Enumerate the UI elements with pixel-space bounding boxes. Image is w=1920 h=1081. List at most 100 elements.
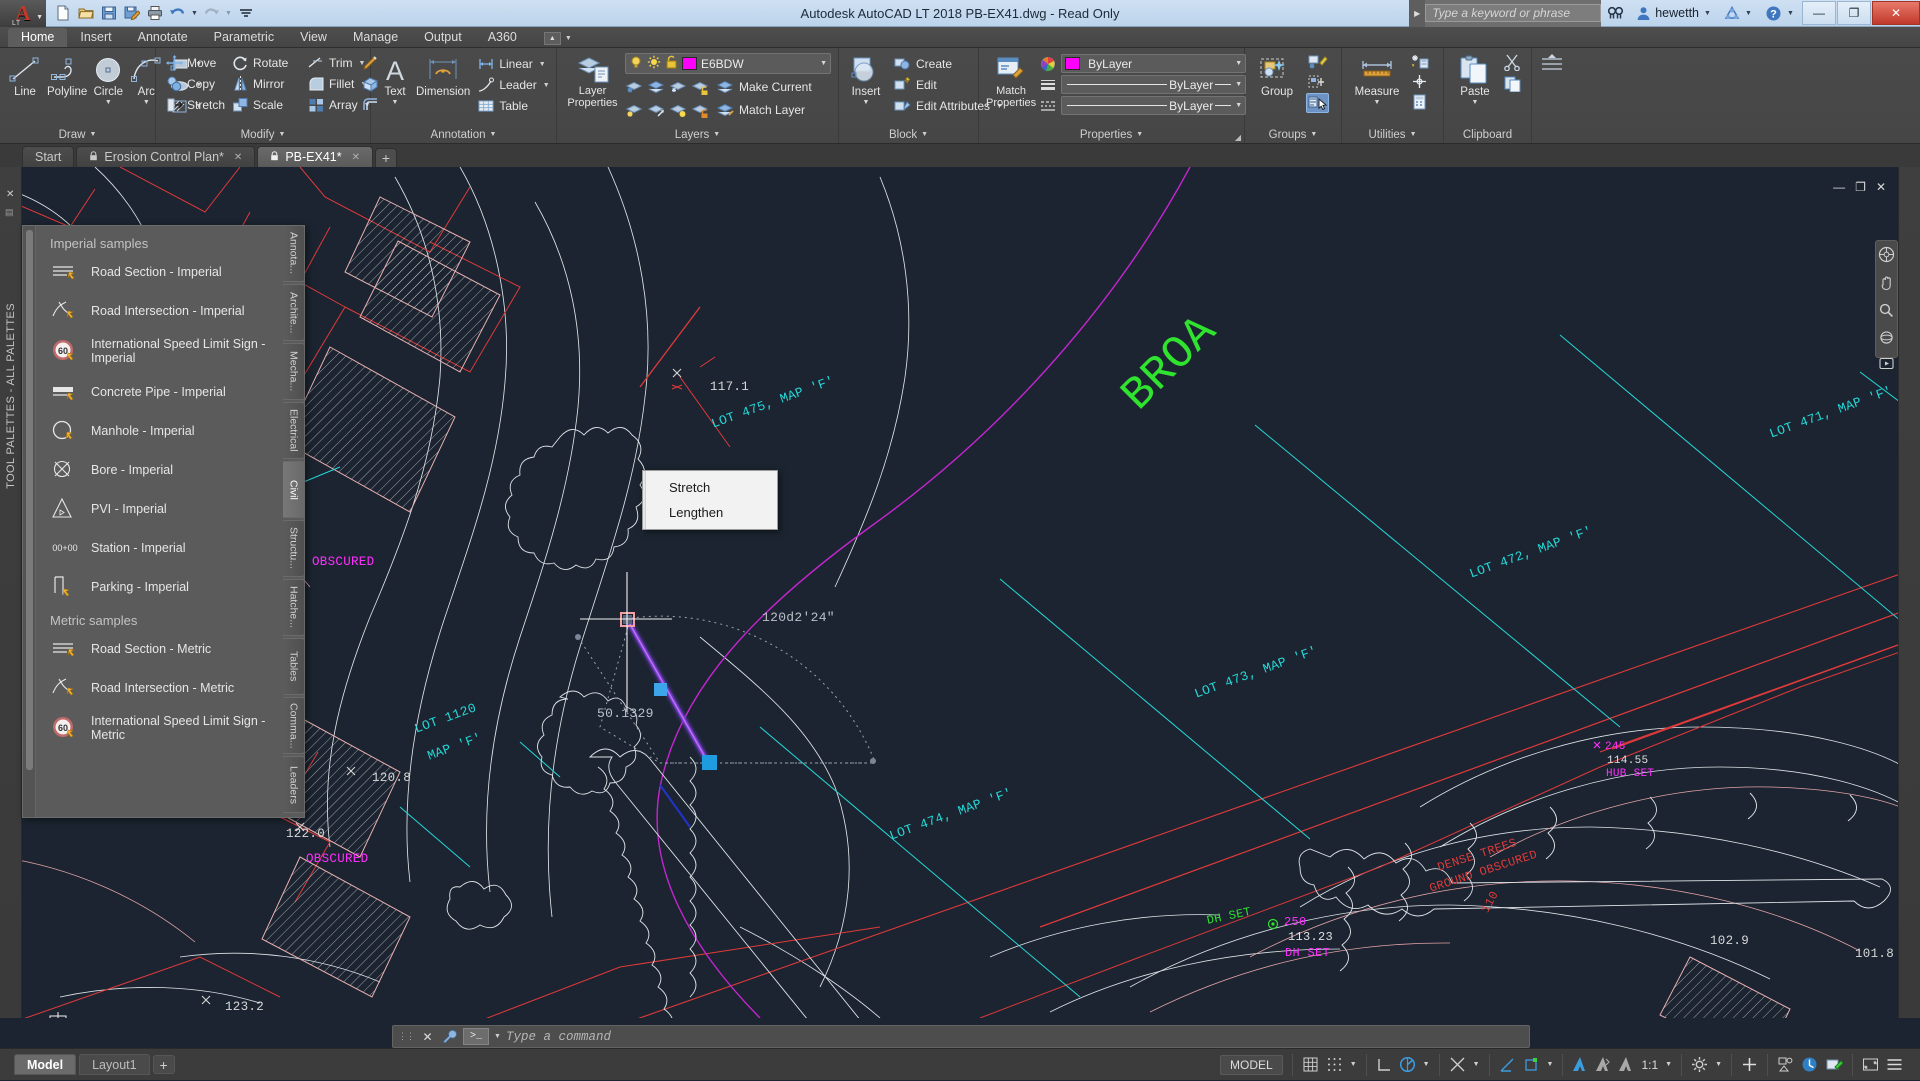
palette-item-road-intersection-imperial[interactable]: Road Intersection - Imperial <box>50 298 296 324</box>
panel-title-modify[interactable]: Modify▼ <box>156 126 370 143</box>
view-panel-icon[interactable] <box>1539 52 1565 76</box>
copy-clip-icon[interactable] <box>1503 75 1523 92</box>
polyline-button[interactable]: Polyline <box>47 52 87 98</box>
command-input[interactable]: Type a command <box>506 1030 1524 1044</box>
insert-dropdown-icon[interactable]: ▼ <box>863 99 870 106</box>
close-icon[interactable]: ✕ <box>234 152 242 163</box>
panel-title-annotation[interactable]: Annotation▼ <box>371 126 556 143</box>
id-point-icon[interactable] <box>1409 73 1430 90</box>
open-icon[interactable] <box>75 3 96 24</box>
file-tab-start[interactable]: Start <box>22 146 74 167</box>
ucs-dropdown-icon[interactable]: ▼ <box>1547 1061 1554 1068</box>
text-button[interactable]: A Text ▼ <box>378 52 412 106</box>
osnap-tracking-icon[interactable] <box>1499 1057 1516 1073</box>
search-bar[interactable]: ▶ Type a keyword or phrase <box>1409 0 1601 27</box>
group-selection-icon[interactable] <box>1306 93 1329 113</box>
user-dropdown-icon[interactable]: ▼ <box>1703 10 1712 17</box>
context-menu-item-stretch[interactable]: Stretch <box>643 475 777 500</box>
showmotion-icon[interactable] <box>1879 357 1894 373</box>
grid-display-icon[interactable] <box>1302 1056 1319 1073</box>
annotation-scale-icon[interactable] <box>1618 1056 1634 1073</box>
undo-icon[interactable] <box>167 3 188 24</box>
snap-dropdown-icon[interactable]: ▼ <box>1350 1061 1357 1068</box>
panel-title-layers[interactable]: Layers▼ <box>557 126 838 143</box>
palette-item-speed-limit-imperial[interactable]: 60 International Speed Limit Sign - Impe… <box>50 337 296 366</box>
text-dropdown-icon[interactable]: ▼ <box>392 99 399 106</box>
ribbon-tab-insert[interactable]: Insert <box>67 28 124 47</box>
new-icon[interactable] <box>52 3 73 24</box>
line-button[interactable]: Line <box>7 52 43 98</box>
snap-mode-icon[interactable] <box>1326 1056 1343 1073</box>
chevron-down-icon[interactable]: ▼ <box>278 131 285 138</box>
add-layout-button[interactable]: + <box>153 1055 175 1074</box>
move-button[interactable]: Move <box>163 53 227 73</box>
panel-title-view[interactable] <box>1532 126 1572 143</box>
circle-dropdown-icon[interactable]: ▼ <box>105 99 112 106</box>
ribbon-tab-a360[interactable]: A360 <box>475 28 530 47</box>
layer-dropdown-icon[interactable]: ▼ <box>820 60 827 67</box>
color-dropdown-icon[interactable]: ▼ <box>1235 60 1242 67</box>
plot-icon[interactable] <box>144 3 165 24</box>
application-menu-button[interactable]: A LT ▼ <box>0 0 46 27</box>
insert-block-button[interactable]: Insert ▼ <box>846 52 886 106</box>
palette-tab-mecha[interactable]: Mecha... <box>283 343 305 400</box>
palette-properties-icon[interactable]: ▤ <box>5 207 14 218</box>
palette-item-manhole-imperial[interactable]: Manhole - Imperial <box>50 418 296 444</box>
lineweight-dropdown-icon[interactable]: ▼ <box>1235 81 1242 88</box>
chevron-down-icon[interactable]: ▼ <box>36 14 43 21</box>
isolate-objects-icon[interactable] <box>1777 1056 1794 1073</box>
chevron-down-icon[interactable]: ▼ <box>713 131 720 138</box>
palette-item-road-section-imperial[interactable]: Road Section - Imperial <box>50 259 296 285</box>
ribbon-tab-annotate[interactable]: Annotate <box>125 28 201 47</box>
layer-freeze-icon[interactable] <box>647 55 661 72</box>
ribbon-minimize-dropdown-icon[interactable]: ▼ <box>564 35 573 42</box>
close-icon[interactable]: ✕ <box>419 1028 436 1045</box>
measure-dropdown-icon[interactable]: ▼ <box>1374 99 1381 106</box>
calculator-icon[interactable] <box>1409 93 1430 110</box>
layer-properties-button[interactable]: LayerProperties <box>564 52 621 109</box>
annotation-visibility-icon[interactable] <box>1572 1056 1588 1073</box>
object-color-combo[interactable]: ByLayer ▼ <box>1061 54 1246 73</box>
panel-title-groups[interactable]: Groups▼ <box>1245 126 1341 143</box>
command-line[interactable]: ⋮⋮ ✕ >_ ▼ Type a command <box>392 1025 1530 1048</box>
paste-button[interactable]: Paste ▼ <box>1451 52 1499 106</box>
workspace-dropdown-icon[interactable]: ▼ <box>1715 1061 1722 1068</box>
autodesk-a360-icon[interactable]: ▼ <box>1718 3 1759 24</box>
panel-title-clipboard[interactable]: Clipboard <box>1444 126 1531 143</box>
tool-palette-scrollbar[interactable] <box>23 226 36 817</box>
polar-tracking-icon[interactable] <box>1399 1056 1416 1073</box>
scale-button[interactable]: Scale <box>229 95 303 115</box>
palette-tab-structu[interactable]: Structu... <box>283 520 305 577</box>
tool-palette[interactable]: Imperial samples Road Section - Imperial… <box>22 225 305 818</box>
restore-button[interactable]: ❐ <box>1837 1 1871 25</box>
rotate-button[interactable]: Rotate <box>229 53 303 73</box>
copy-button[interactable]: Copy <box>163 74 227 94</box>
palette-item-road-intersection-metric[interactable]: Road Intersection - Metric <box>50 675 296 701</box>
help-button[interactable]: ? ▼ <box>1759 3 1801 24</box>
palette-tab-tables[interactable]: Tables <box>283 638 305 695</box>
palette-tab-archite[interactable]: Archite... <box>283 284 305 341</box>
object-snap-icon[interactable] <box>1449 1056 1466 1073</box>
make-current-button[interactable]: Make Current <box>713 77 815 97</box>
palette-item-pvi-imperial[interactable]: PVI - Imperial <box>50 496 296 522</box>
layer-color-swatch[interactable] <box>682 57 697 70</box>
dimension-button[interactable]: Dimension <box>416 52 470 98</box>
navigation-bar[interactable] <box>1875 240 1898 358</box>
current-layer-combo[interactable]: E6BDW ▼ <box>625 53 831 74</box>
chevron-down-icon[interactable]: ▼ <box>921 131 928 138</box>
quick-calc-point-icon[interactable] <box>1409 53 1430 70</box>
command-prompt-icon[interactable]: >_ <box>463 1028 489 1045</box>
chevron-down-icon[interactable]: ▼ <box>490 131 497 138</box>
polar-dropdown-icon[interactable]: ▼ <box>1423 1061 1430 1068</box>
mirror-button[interactable]: Mirror <box>229 74 303 94</box>
hamburger-menu-icon[interactable] <box>1886 1057 1903 1072</box>
stretch-button[interactable]: Stretch <box>163 95 227 115</box>
palette-item-concrete-pipe-imperial[interactable]: Concrete Pipe - Imperial <box>50 379 296 405</box>
zoom-icon[interactable] <box>1879 303 1894 321</box>
search-input[interactable]: Type a keyword or phrase <box>1425 4 1601 22</box>
ribbon-minimize-icon[interactable]: ▲ <box>544 32 561 45</box>
layer-lock-btn-icon[interactable] <box>691 79 710 96</box>
layer-unlock-icon[interactable] <box>691 102 710 119</box>
customization-plus-icon[interactable] <box>1741 1056 1758 1073</box>
context-menu[interactable]: Stretch Lengthen <box>642 470 778 530</box>
